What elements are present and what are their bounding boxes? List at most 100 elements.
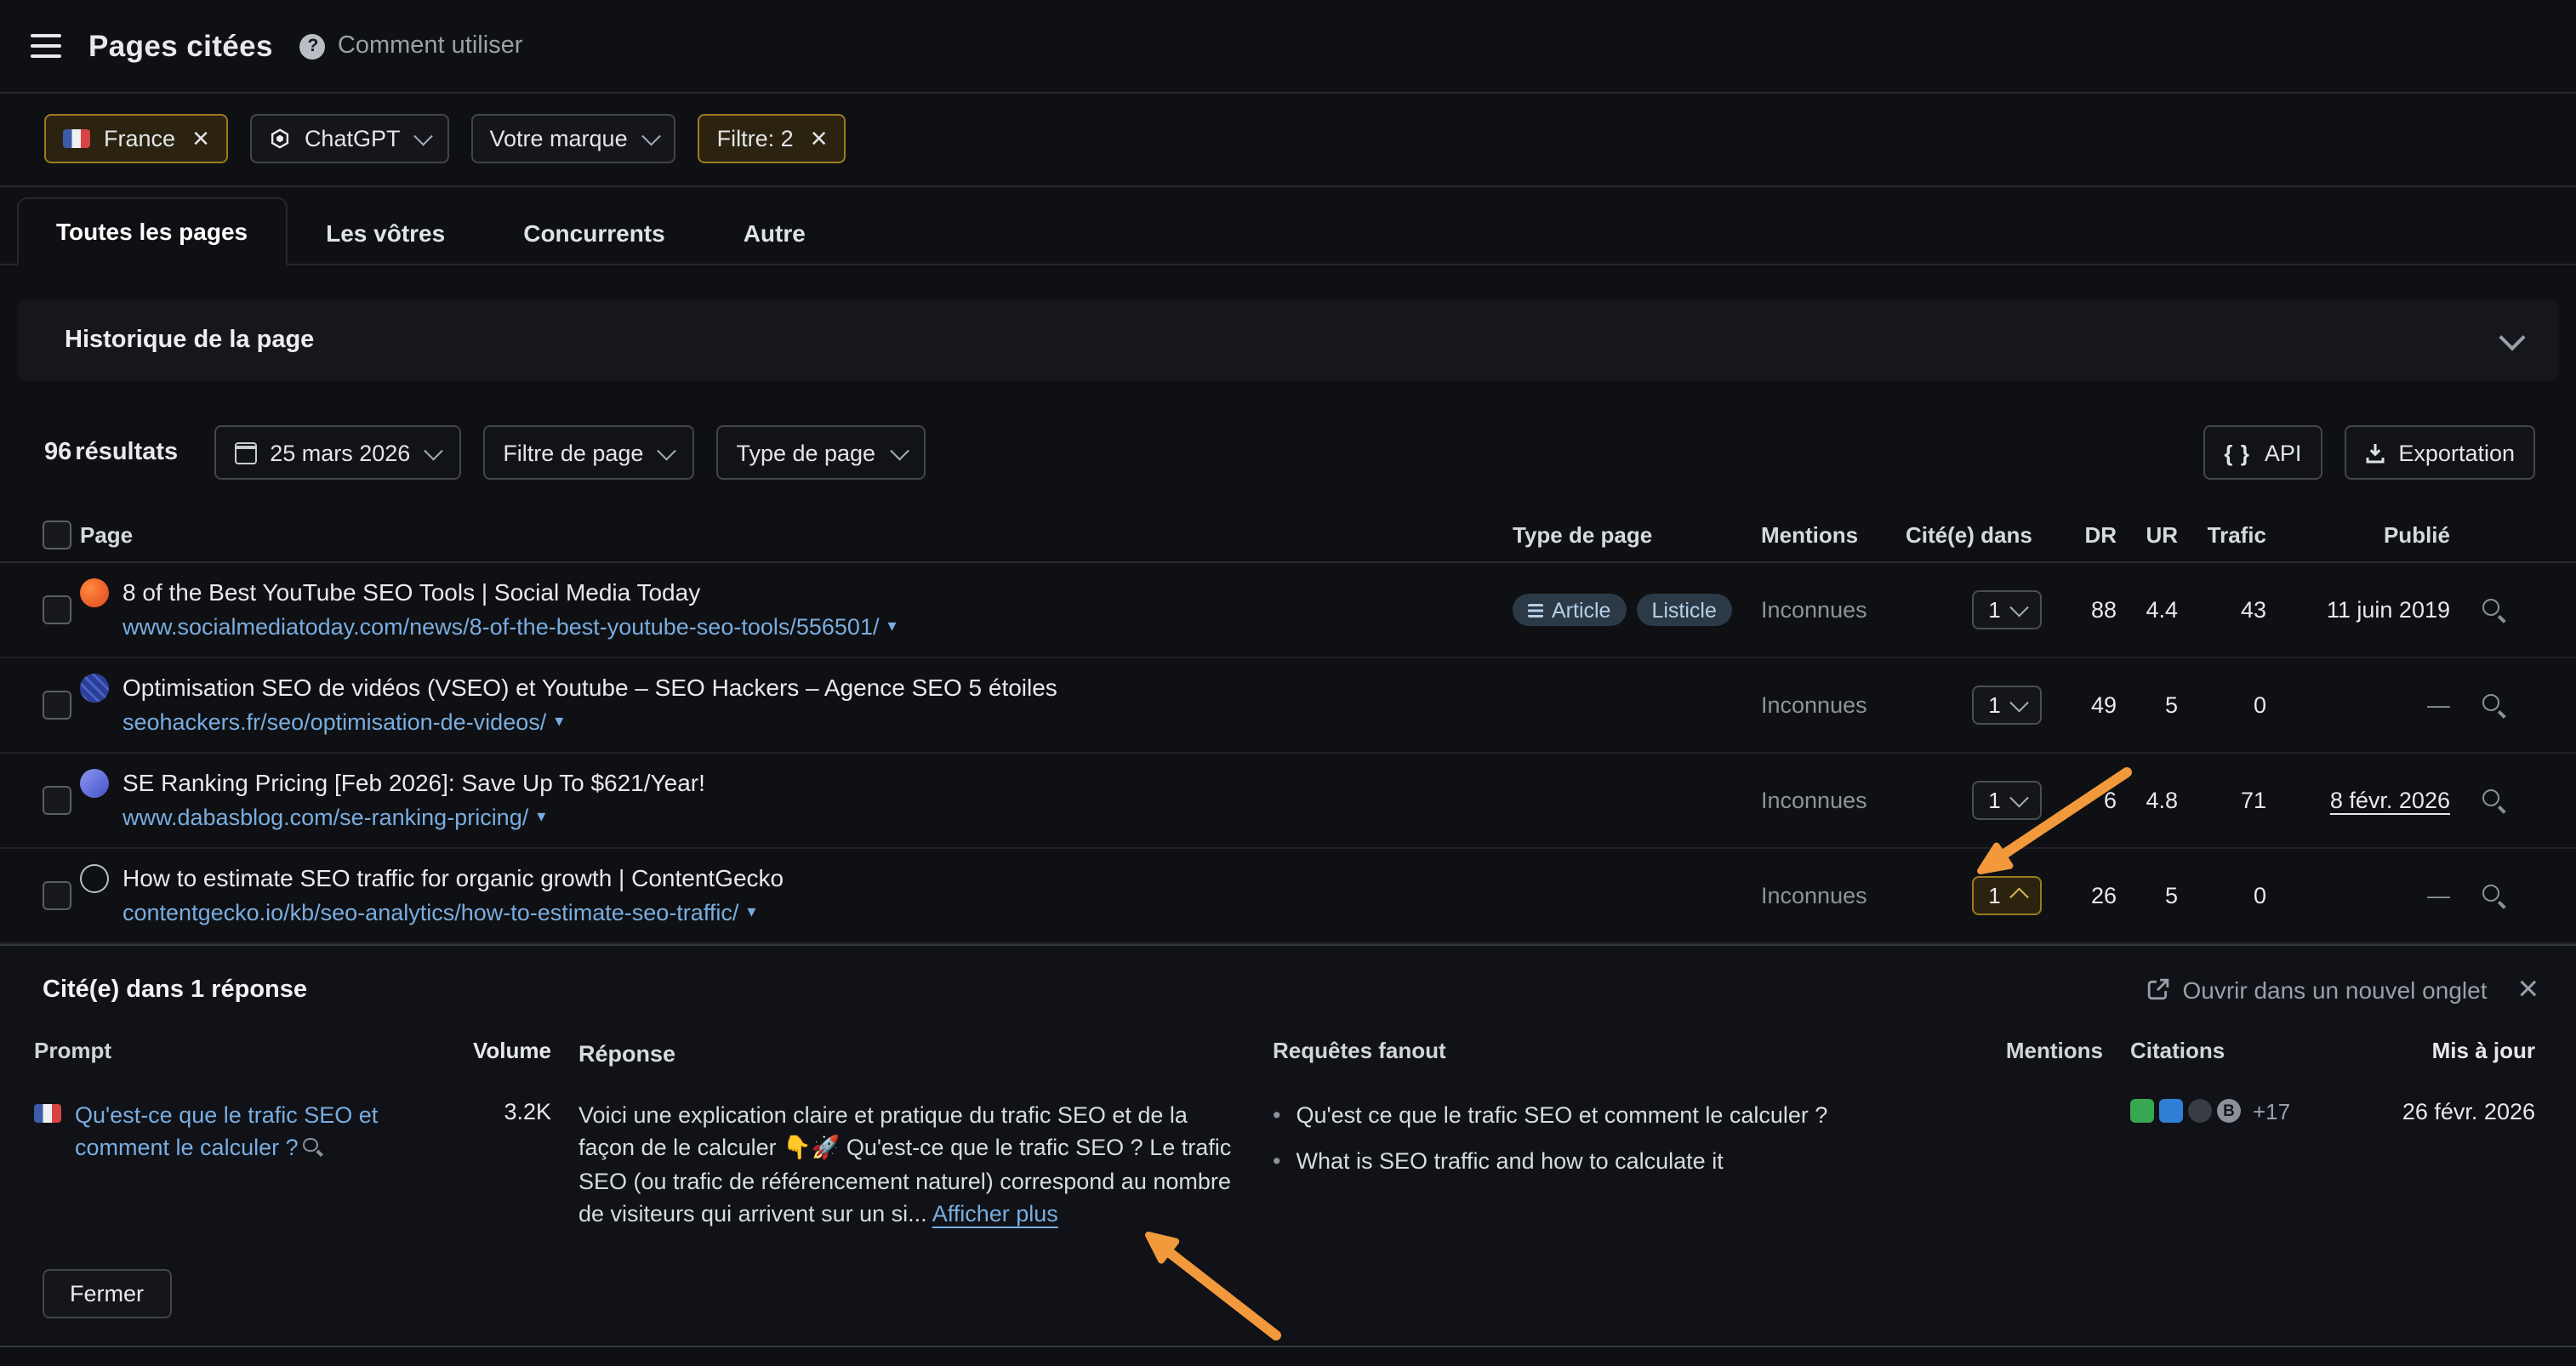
page-type-filter-label: Type de page <box>736 440 875 465</box>
col-dr[interactable]: DR <box>2052 521 2117 547</box>
remove-country-filter-icon[interactable]: × <box>192 124 209 153</box>
brand-filter-chip[interactable]: Votre marque <box>471 114 676 163</box>
url-text[interactable]: www.socialmediatoday.com/news/8-of-the-b… <box>123 612 879 642</box>
col-response: Réponse <box>578 1038 1245 1071</box>
country-filter-label: France <box>104 126 175 151</box>
page-type-badge-listicle: Listicle <box>1636 594 1731 626</box>
row-search-icon[interactable] <box>2482 789 2504 811</box>
page-filter-dropdown[interactable]: Filtre de page <box>482 425 693 480</box>
show-more-link[interactable]: Afficher plus <box>932 1201 1058 1227</box>
row-search-icon[interactable] <box>2482 599 2504 621</box>
menu-icon[interactable] <box>31 34 61 58</box>
country-filter-chip[interactable]: France × <box>44 114 228 163</box>
prompt-link[interactable]: Qu'est-ce que le trafic SEO et comment l… <box>75 1098 415 1163</box>
page-title: Pages citées <box>88 28 273 64</box>
row-search-icon[interactable] <box>2482 694 2504 716</box>
favicon-seohackers <box>80 674 109 703</box>
page-url-link[interactable]: contentgecko.io/kb/seo-analytics/how-to-… <box>123 896 784 929</box>
api-button[interactable]: { } API <box>2203 425 2322 480</box>
results-count-label: résultats <box>75 439 178 466</box>
tab-concurrents[interactable]: Concurrents <box>484 199 704 265</box>
page-title-text: Optimisation SEO de vidéos (VSEO) et You… <box>123 672 1057 703</box>
detail-header-row: Prompt Volume Réponse Requêtes fanout Me… <box>0 1021 2576 1084</box>
prompt-search-icon[interactable] <box>304 1137 322 1156</box>
help-link[interactable]: ? Comment utiliser <box>300 32 523 60</box>
url-caret-icon[interactable]: ▾ <box>555 708 563 738</box>
page-history-title: Historique de la page <box>65 327 314 354</box>
help-icon: ? <box>300 33 326 59</box>
prompt-text[interactable]: Qu'est-ce que le trafic SEO et comment l… <box>75 1101 378 1159</box>
page-filter-label: Filtre de page <box>503 440 643 465</box>
app-root: Pages citées ? Comment utiliser France ×… <box>0 0 2576 1366</box>
col-cited: Cité(e) dans <box>1906 521 2052 547</box>
dr-value: 26 <box>2052 883 2117 908</box>
help-label: Comment utiliser <box>338 32 523 60</box>
export-button[interactable]: Exportation <box>2344 425 2535 480</box>
article-icon <box>1528 603 1543 617</box>
page-history-accordion[interactable]: Historique de la page <box>17 299 2559 381</box>
row-search-icon[interactable] <box>2482 885 2504 907</box>
tab-les-votres[interactable]: Les vôtres <box>287 199 484 265</box>
volume-value: 3.2K <box>456 1098 551 1124</box>
col-citations: Citations <box>2130 1038 2307 1063</box>
open-new-tab-link[interactable]: Ouvrir dans un nouvel onglet <box>2146 976 2487 1003</box>
row-checkbox[interactable] <box>43 881 71 910</box>
url-text[interactable]: www.dabasblog.com/se-ranking-pricing/ <box>123 802 528 833</box>
cited-in-dropdown[interactable]: 1 <box>1972 686 2042 725</box>
col-mentions: Mentions <box>2001 1038 2103 1063</box>
filter-bar: France × ChatGPT Votre marque Filtre: 2 … <box>0 92 2576 187</box>
page-type-filter-dropdown[interactable]: Type de page <box>715 425 926 480</box>
tab-autre[interactable]: Autre <box>704 199 845 265</box>
chatgpt-logo-icon <box>269 128 291 150</box>
chevron-down-icon <box>658 441 675 458</box>
remove-filters-icon[interactable]: × <box>811 124 828 153</box>
cited-in-dropdown-expanded[interactable]: 1 <box>1972 876 2042 915</box>
filters-count-chip[interactable]: Filtre: 2 × <box>698 114 846 163</box>
page-url-link[interactable]: seohackers.fr/seo/optimisation-de-videos… <box>123 706 1057 738</box>
fanout-item: •What is SEO traffic and how to calculat… <box>1273 1144 1974 1176</box>
cited-in-dropdown[interactable]: 1 <box>1972 590 2042 629</box>
url-caret-icon[interactable]: ▾ <box>747 898 755 929</box>
table-row: How to estimate SEO traffic for organic … <box>0 849 2576 944</box>
col-ur[interactable]: UR <box>2117 521 2178 547</box>
url-text[interactable]: seohackers.fr/seo/optimisation-de-videos… <box>123 707 546 737</box>
traffic-value: 0 <box>2178 692 2266 718</box>
download-icon <box>2364 441 2385 464</box>
date-filter-dropdown[interactable]: 25 mars 2026 <box>214 425 460 480</box>
citation-favicon <box>2130 1099 2154 1123</box>
chevron-down-icon <box>2010 788 2028 806</box>
row-checkbox[interactable] <box>43 786 71 815</box>
published-value: — <box>2266 883 2450 908</box>
dr-value: 6 <box>2052 788 2117 813</box>
row-checkbox[interactable] <box>43 595 71 624</box>
url-text[interactable]: contentgecko.io/kb/seo-analytics/how-to-… <box>123 897 738 928</box>
url-caret-icon[interactable]: ▾ <box>537 803 545 834</box>
model-filter-chip[interactable]: ChatGPT <box>250 114 449 163</box>
mentions-value: Inconnues <box>1761 883 1906 908</box>
tab-toutes-les-pages[interactable]: Toutes les pages <box>17 197 287 265</box>
citations-cluster[interactable]: B +17 <box>2130 1098 2307 1124</box>
close-panel-icon[interactable]: × <box>2517 971 2539 1007</box>
row-checkbox[interactable] <box>43 691 71 720</box>
page-url-link[interactable]: www.dabasblog.com/se-ranking-pricing/ ▾ <box>123 801 705 834</box>
external-link-icon <box>2146 978 2169 1000</box>
cited-count: 1 <box>1988 692 2000 718</box>
url-caret-icon[interactable]: ▾ <box>887 612 896 643</box>
select-all-checkbox[interactable] <box>43 520 71 549</box>
fanout-text: What is SEO traffic and how to calculate… <box>1296 1144 1723 1176</box>
export-button-label: Exportation <box>2398 440 2515 465</box>
chevron-down-icon <box>2010 598 2028 616</box>
col-volume: Volume <box>456 1038 551 1063</box>
citations-more-count[interactable]: +17 <box>2253 1098 2290 1124</box>
col-fanout: Requêtes fanout <box>1273 1038 1974 1063</box>
chevron-down-icon[interactable] <box>2499 323 2525 350</box>
traffic-value: 0 <box>2178 883 2266 908</box>
col-published[interactable]: Publié <box>2266 521 2450 547</box>
page-url-link[interactable]: www.socialmediatoday.com/news/8-of-the-b… <box>123 611 897 643</box>
published-value[interactable]: 8 févr. 2026 <box>2266 788 2450 813</box>
response-snippet: Voici une explication claire et pratique… <box>578 1101 1231 1227</box>
detail-panel-title: Cité(e) dans 1 réponse <box>43 976 307 1003</box>
col-traffic[interactable]: Trafic <box>2178 521 2266 547</box>
cited-in-dropdown[interactable]: 1 <box>1972 781 2042 820</box>
close-button[interactable]: Fermer <box>43 1268 171 1318</box>
